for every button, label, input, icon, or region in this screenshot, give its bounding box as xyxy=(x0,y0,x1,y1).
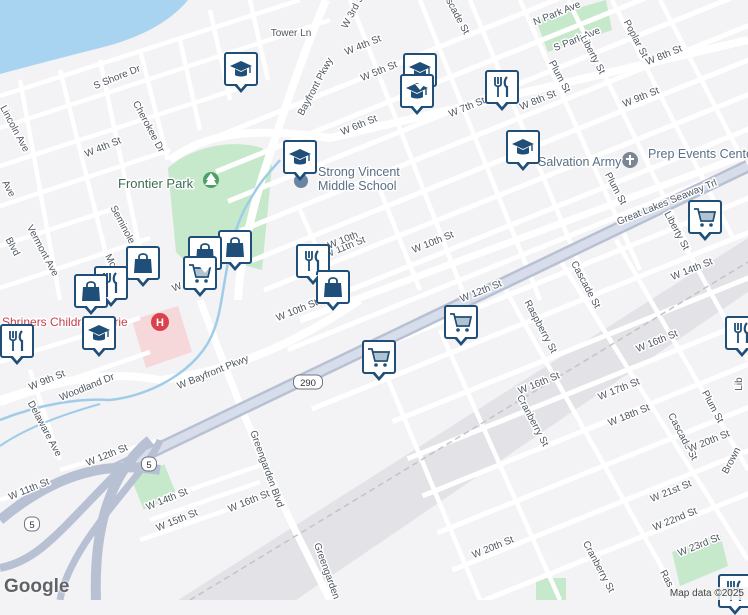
shopping-bag-marker[interactable] xyxy=(74,274,108,308)
road-label: W xyxy=(171,281,184,295)
restaurant-icon xyxy=(729,320,748,346)
map-attribution[interactable]: Map data ©2025 xyxy=(666,587,748,600)
school-icon xyxy=(86,320,112,346)
shopping-bag-icon xyxy=(130,250,156,276)
road-label: Tower Ln xyxy=(271,28,312,39)
place-label[interactable]: Strong Vincent xyxy=(318,165,400,179)
shopping-cart-icon xyxy=(448,309,474,335)
road-label: W 20th St xyxy=(687,428,732,455)
route-shield: 5 xyxy=(142,457,157,471)
road-label: W 18th St xyxy=(607,402,652,429)
place-label[interactable]: Salvation Army xyxy=(538,155,622,169)
road-label: Ave xyxy=(0,179,17,200)
shopping-cart-marker[interactable] xyxy=(444,305,478,339)
hospital-h-glyph: H xyxy=(156,317,164,329)
shopping-bag-marker[interactable] xyxy=(126,246,160,280)
route-shield-number: 5 xyxy=(146,460,151,471)
place-label[interactable]: Frontier Park xyxy=(118,176,194,191)
school-marker[interactable] xyxy=(506,130,540,164)
restaurant-icon xyxy=(489,74,515,100)
school-icon xyxy=(228,56,254,82)
road-label: W 8th St xyxy=(644,43,684,68)
shopping-cart-marker[interactable] xyxy=(183,256,217,290)
school-icon xyxy=(510,134,536,160)
shopping-cart-marker[interactable] xyxy=(362,340,396,374)
road-label: Lib xyxy=(734,377,745,391)
shopping-bag-marker[interactable] xyxy=(316,270,350,304)
restaurant-marker[interactable] xyxy=(0,324,34,358)
shopping-bag-icon xyxy=(320,274,346,300)
lake-erie xyxy=(0,0,188,74)
route-shield: 290 xyxy=(294,375,323,389)
road-label: W 10th St xyxy=(275,297,320,324)
shopping-bag-icon xyxy=(78,278,104,304)
shopping-cart-icon xyxy=(366,344,392,370)
school-marker[interactable] xyxy=(400,74,434,108)
road-label: W 3rd St xyxy=(340,0,368,31)
school-icon xyxy=(404,78,430,104)
shopping-cart-marker[interactable] xyxy=(688,200,722,234)
road-label: Liberty St xyxy=(577,34,607,77)
google-logo: Google xyxy=(4,576,69,598)
restaurant-marker[interactable] xyxy=(485,70,519,104)
restaurant-marker[interactable] xyxy=(725,316,748,350)
shopping-cart-icon xyxy=(692,204,718,230)
shopping-bag-marker[interactable] xyxy=(218,230,252,264)
road-label: W 9th St xyxy=(621,85,661,110)
school-marker[interactable] xyxy=(224,52,258,86)
shopping-bag-icon xyxy=(222,234,248,260)
shopping-cart-icon xyxy=(187,260,213,286)
place-label[interactable]: Prep Events Center xyxy=(648,147,748,161)
route-shield: 5 xyxy=(25,517,40,531)
school-marker[interactable] xyxy=(283,140,317,174)
route-shield-number: 5 xyxy=(29,520,34,531)
road-label: Cascade St xyxy=(437,0,471,36)
school-icon xyxy=(287,144,313,170)
school-marker[interactable] xyxy=(82,316,116,350)
road-label: W 22nd St xyxy=(651,506,699,534)
route-shield-number: 290 xyxy=(300,378,316,389)
place-label[interactable]: Middle School xyxy=(318,179,397,193)
restaurant-icon xyxy=(4,328,30,354)
